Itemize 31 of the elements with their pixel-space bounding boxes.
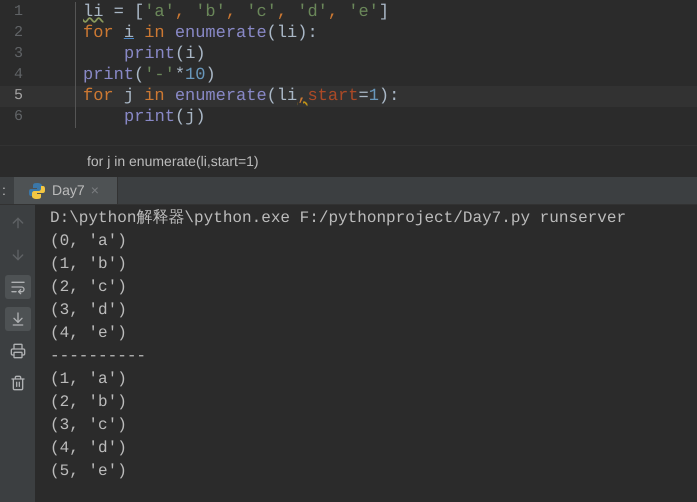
line-number: 2 [13, 23, 24, 44]
output-line: (2, 'b') [50, 392, 128, 413]
code-line: print(j) [124, 107, 206, 128]
output-line: (5, 'e') [50, 461, 128, 482]
code-line: li = ['a', 'b', 'c', 'd', 'e'] [83, 2, 390, 23]
output-line: ---------- [50, 346, 148, 367]
code-line: for i in enumerate(li): [83, 23, 318, 44]
python-logo-icon [28, 182, 46, 200]
breadcrumb[interactable]: for j in enumerate(li,start=1) [87, 151, 259, 172]
line-number: 5 [13, 86, 24, 106]
output-line: (3, 'd') [50, 300, 128, 321]
tab-label: Day7 [52, 181, 85, 200]
line-number: 4 [13, 65, 24, 86]
line-number: 1 [13, 2, 24, 22]
output-line: (4, 'd') [50, 438, 128, 459]
output-line: (4, 'e') [50, 323, 128, 344]
code-line: print('-'*10) [83, 65, 216, 86]
output-line: (2, 'c') [50, 277, 128, 298]
code-line: print(i) [124, 44, 206, 65]
run-tab[interactable]: Day7 × [14, 177, 118, 204]
output-line: (1, 'b') [50, 254, 128, 275]
scroll-to-end-icon[interactable] [4, 307, 30, 331]
line-number: 3 [13, 44, 24, 64]
wrap-icon[interactable] [4, 275, 30, 299]
output-line: D:\python解释器\python.exe F:/pythonproject/Day7.py runserver [50, 208, 628, 229]
output-line: (1, 'a') [50, 369, 128, 390]
output-line: (3, 'c') [50, 415, 128, 436]
line-number: 6 [13, 107, 24, 128]
output-line: (0, 'a') [50, 231, 128, 252]
panel-label: : [1, 181, 7, 200]
code-line: for j in enumerate(li,start=1): [83, 86, 400, 107]
